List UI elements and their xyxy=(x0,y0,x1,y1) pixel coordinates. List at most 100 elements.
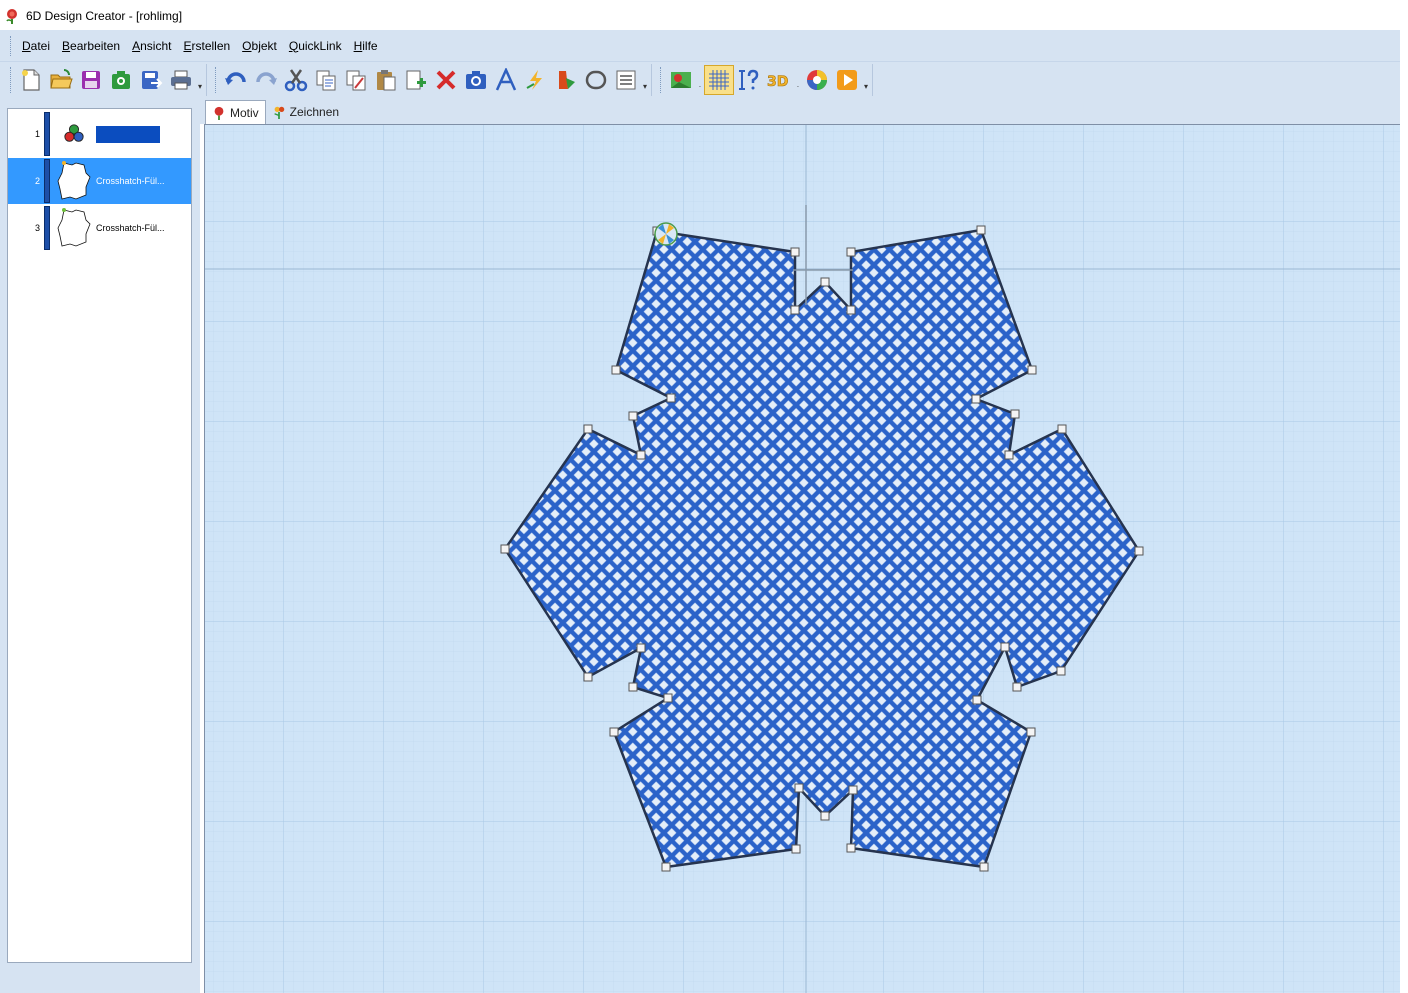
node-handle[interactable] xyxy=(790,247,800,257)
copy-special-icon[interactable] xyxy=(341,65,371,95)
shape-icon[interactable] xyxy=(581,65,611,95)
redo-icon[interactable] xyxy=(251,65,281,95)
node-handle[interactable] xyxy=(820,277,830,287)
print-icon[interactable] xyxy=(166,65,196,95)
layer-color-bar xyxy=(44,112,50,156)
rose-icon xyxy=(214,106,224,120)
lettering-icon[interactable] xyxy=(491,65,521,95)
tab-zeichnen[interactable]: Zeichnen xyxy=(266,100,345,124)
delete-icon[interactable] xyxy=(431,65,461,95)
node-handle[interactable] xyxy=(1134,546,1144,556)
grid-icon[interactable] xyxy=(704,65,734,95)
window-title: 6D Design Creator - [rohlimg] xyxy=(26,9,183,23)
crosshatch-shape-icon xyxy=(56,159,92,203)
node-handle[interactable] xyxy=(1057,424,1067,434)
design-canvas[interactable] xyxy=(204,124,1400,993)
toolbar: ▾ ▾ · 3D · ▾ xyxy=(0,62,1400,98)
export-icon[interactable] xyxy=(136,65,166,95)
menu-grip[interactable] xyxy=(10,35,13,56)
fill-icon[interactable] xyxy=(551,65,581,95)
node-handle[interactable] xyxy=(636,450,646,460)
node-handle[interactable] xyxy=(979,862,989,872)
menu-erstellen[interactable]: Erstellen xyxy=(183,39,230,53)
quickstitch-icon[interactable] xyxy=(521,65,551,95)
background-dropdown-icon[interactable]: · xyxy=(696,65,704,95)
new-icon[interactable] xyxy=(16,65,46,95)
node-handle[interactable] xyxy=(846,843,856,853)
node-handle[interactable] xyxy=(1026,727,1036,737)
node-handle[interactable] xyxy=(583,672,593,682)
cut-icon[interactable] xyxy=(281,65,311,95)
toolbar-overflow-icon[interactable]: ▾ xyxy=(641,65,649,95)
paste-icon[interactable] xyxy=(371,65,401,95)
tab-bar: Motiv Zeichnen xyxy=(200,98,1400,124)
node-handle[interactable] xyxy=(628,682,638,692)
canvas-svg[interactable] xyxy=(205,125,1400,993)
paste-special-icon[interactable] xyxy=(401,65,431,95)
toolbar-grip[interactable] xyxy=(660,67,663,93)
node-handle[interactable] xyxy=(846,305,856,315)
menu-bar: Datei Bearbeiten Ansicht Erstellen Objek… xyxy=(0,30,1400,62)
tab-zeichnen-label: Zeichnen xyxy=(289,105,340,119)
menu-quicklink[interactable]: QuickLink xyxy=(289,39,342,53)
view-toolbar-group: · 3D · ▾ xyxy=(658,64,873,96)
node-handle[interactable] xyxy=(790,305,800,315)
layer-number: 1 xyxy=(34,129,40,139)
node-handle[interactable] xyxy=(663,693,673,703)
node-handle[interactable] xyxy=(1010,409,1020,419)
menu-bearbeiten[interactable]: Bearbeiten xyxy=(62,39,120,53)
node-handle[interactable] xyxy=(1056,666,1066,676)
node-handle[interactable] xyxy=(794,783,804,793)
tab-motiv[interactable]: Motiv xyxy=(205,100,266,124)
node-handle[interactable] xyxy=(628,411,638,421)
start-point-icon[interactable] xyxy=(654,222,678,246)
node-handle[interactable] xyxy=(666,393,676,403)
save-embroidery-icon[interactable] xyxy=(106,65,136,95)
measure-icon[interactable] xyxy=(734,65,764,95)
layer-panel: 1 2 Crosshatch-Fül... 3 Crosshatch-Fül..… xyxy=(0,98,200,993)
node-handle[interactable] xyxy=(609,727,619,737)
node-handle[interactable] xyxy=(611,365,621,375)
node-handle[interactable] xyxy=(1000,642,1010,652)
node-handle[interactable] xyxy=(1004,450,1014,460)
node-handle[interactable] xyxy=(583,424,593,434)
node-handle[interactable] xyxy=(636,643,646,653)
menu-hilfe[interactable]: Hilfe xyxy=(354,39,378,53)
toolbar-overflow-icon[interactable]: ▾ xyxy=(196,65,204,95)
background-icon[interactable] xyxy=(666,65,696,95)
snapshot-icon[interactable] xyxy=(461,65,491,95)
3d-icon[interactable]: 3D xyxy=(764,65,794,95)
open-icon[interactable] xyxy=(46,65,76,95)
layer-label: Crosshatch-Fül... xyxy=(96,176,165,186)
node-handle[interactable] xyxy=(1012,682,1022,692)
save-icon[interactable] xyxy=(76,65,106,95)
node-handle[interactable] xyxy=(820,811,830,821)
toolbar-grip[interactable] xyxy=(10,67,13,93)
layer-list[interactable]: 1 2 Crosshatch-Fül... 3 Crosshatch-Fül..… xyxy=(7,108,192,963)
menu-ansicht[interactable]: Ansicht xyxy=(132,39,171,53)
layer-row-3[interactable]: 3 Crosshatch-Fül... xyxy=(8,205,191,251)
node-handle[interactable] xyxy=(791,844,801,854)
node-handle[interactable] xyxy=(976,225,986,235)
properties-icon[interactable] xyxy=(611,65,641,95)
edit-toolbar-group: ▾ xyxy=(213,64,652,96)
node-handle[interactable] xyxy=(971,394,981,404)
node-handle[interactable] xyxy=(848,785,858,795)
node-handle[interactable] xyxy=(500,544,510,554)
node-handle[interactable] xyxy=(846,247,856,257)
layer-row-1[interactable]: 1 xyxy=(8,111,191,157)
color-wheel-icon[interactable] xyxy=(802,65,832,95)
toolbar-overflow-icon[interactable]: ▾ xyxy=(862,65,870,95)
play-icon[interactable] xyxy=(832,65,862,95)
copy-icon[interactable] xyxy=(311,65,341,95)
menu-objekt[interactable]: Objekt xyxy=(242,39,277,53)
layer-color-bar xyxy=(44,159,50,203)
undo-icon[interactable] xyxy=(221,65,251,95)
node-handle[interactable] xyxy=(1027,365,1037,375)
node-handle[interactable] xyxy=(972,695,982,705)
layer-row-2[interactable]: 2 Crosshatch-Fül... xyxy=(8,158,191,204)
menu-datei[interactable]: Datei xyxy=(22,39,50,53)
toolbar-grip[interactable] xyxy=(215,67,218,93)
3d-dropdown-icon[interactable]: · xyxy=(794,65,802,95)
node-handle[interactable] xyxy=(661,862,671,872)
